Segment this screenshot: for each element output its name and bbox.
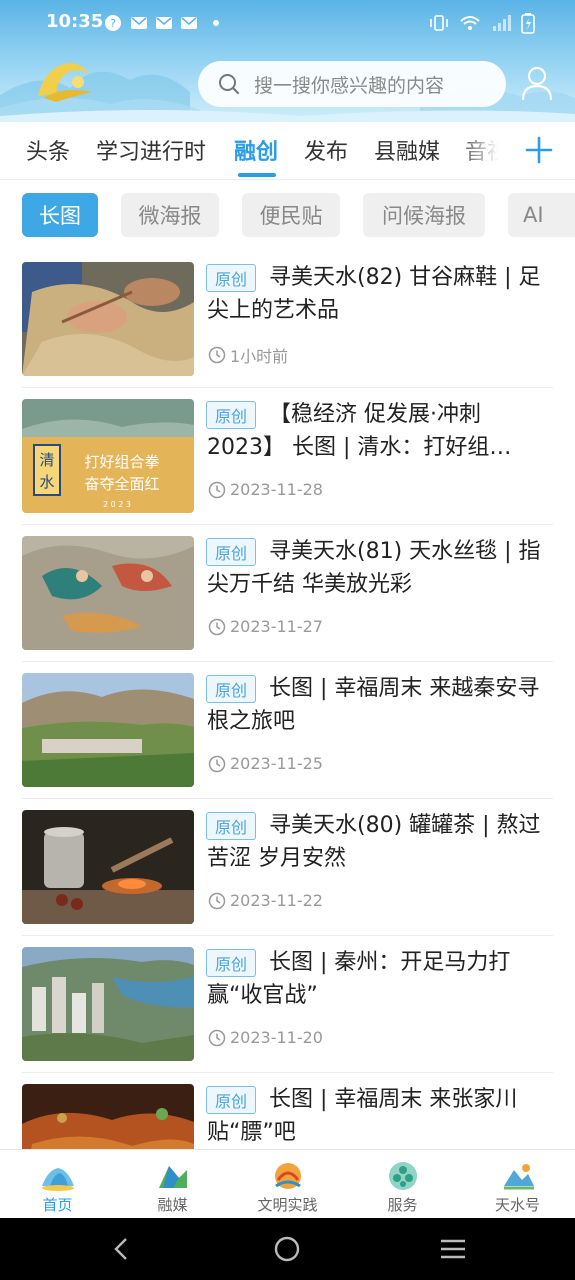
article-thumbnail (22, 947, 194, 1061)
article-item[interactable]: 原创 寻美天水(82) 甘谷麻鞋 | 足尖上的艺术品 1小时前 (22, 251, 553, 388)
thumbnail-text: 水 (39, 473, 54, 491)
article-date-text: 2023-11-25 (230, 754, 323, 773)
article-title: 【稳经济 促发展·冲刺2023】 长图 | 清水：打好组… (207, 402, 512, 460)
article-thumbnail (22, 1084, 194, 1149)
tab-fade-overlay (455, 122, 517, 179)
article-title: 长图 | 幸福周末 来越秦安寻根之旅吧 (207, 676, 540, 734)
home-circle-icon[interactable] (273, 1235, 301, 1263)
back-icon[interactable] (110, 1236, 134, 1262)
channel-tabs: 头条 学习进行时 融创 发布 县融媒 音视 (0, 122, 575, 180)
clock-icon (208, 1029, 226, 1046)
add-channel-icon[interactable] (520, 130, 558, 170)
article-date-text: 1小时前 (230, 347, 289, 366)
thumbnail-text: 清 (39, 451, 54, 469)
home-icon (42, 1168, 74, 1191)
tab-county-media[interactable]: 县融媒 (374, 134, 440, 166)
article-item[interactable]: 原创 寻美天水(81) 天水丝毯 | 指尖万千结 华美放光彩 2023-11-2… (22, 525, 553, 662)
article-time: 2023-11-28 (208, 480, 323, 499)
article-title: 寻美天水(80) 罐罐茶 | 熬过苦涩 岁月安然 (207, 813, 541, 871)
article-item[interactable]: 原创 长图 | 幸福周末 来张家川贴“膘”吧 (22, 1073, 553, 1149)
nav-label: 融媒 (157, 1196, 188, 1214)
status-right-icons (429, 12, 535, 34)
nav-civilization-practice[interactable]: 文明实践 (230, 1150, 345, 1219)
clock-icon (208, 481, 226, 498)
article-title: 长图 | 幸福周末 来张家川贴“膘”吧 (207, 1087, 518, 1145)
mail-notification-icon (181, 17, 197, 29)
article-time: 2023-11-25 (208, 754, 323, 773)
article-item[interactable]: 清 水 打好组合拳 奋夺全面红 2 0 2 3 原创 【稳经济 促发展·冲刺20… (22, 388, 553, 525)
tab-learning[interactable]: 学习进行时 (96, 134, 206, 166)
vibrate-icon (430, 15, 448, 31)
subtab-convenience-post[interactable]: 便民贴 (242, 193, 340, 237)
subtab-ai[interactable]: AI (508, 193, 575, 237)
help-notification-icon: ? (105, 15, 121, 31)
article-thumbnail (22, 262, 194, 376)
nav-label: 天水号 (494, 1196, 540, 1214)
tab-toutiao[interactable]: 头条 (26, 134, 70, 166)
nav-label: 文明实践 (257, 1196, 318, 1214)
status-time: 10:35 (46, 11, 104, 32)
article-item[interactable]: 原创 长图 | 秦州：开足马力打赢“收官战” 2023-11-20 (22, 936, 553, 1073)
active-tab-indicator (238, 173, 276, 177)
services-icon (389, 1162, 417, 1190)
nav-label: 服务 (387, 1196, 418, 1214)
article-date-text: 2023-11-22 (230, 891, 323, 910)
article-date-text: 2023-11-28 (230, 480, 323, 499)
article-time: 1小时前 (208, 343, 288, 367)
article-item[interactable]: 原创 长图 | 幸福周末 来越秦安寻根之旅吧 2023-11-25 (22, 662, 553, 799)
dot-indicator-icon (213, 20, 219, 26)
clock-icon (208, 755, 226, 772)
media-icon (159, 1166, 187, 1188)
article-thumbnail: 清 水 打好组合拳 奋夺全面红 2 0 2 3 (22, 399, 194, 513)
wifi-icon (460, 16, 480, 30)
tab-release[interactable]: 发布 (304, 134, 348, 166)
clock-icon (208, 892, 226, 909)
tab-rongchuang[interactable]: 融创 (234, 134, 278, 166)
battery-icon (521, 13, 535, 34)
nav-media[interactable]: 融媒 (115, 1150, 230, 1219)
search-icon (219, 74, 240, 95)
article-title: 寻美天水(82) 甘谷麻鞋 | 足尖上的艺术品 (207, 265, 541, 323)
recent-apps-icon[interactable] (439, 1237, 467, 1261)
article-date-text: 2023-11-20 (230, 1028, 323, 1047)
tianshui-account-icon (504, 1164, 534, 1190)
search-placeholder: 搜一搜你感兴趣的内容 (254, 74, 445, 97)
subtab-greeting-poster[interactable]: 问候海报 (363, 193, 485, 237)
thumbnail-year: 2 0 2 3 (103, 500, 131, 509)
article-title: 长图 | 秦州：开足马力打赢“收官战” (207, 950, 511, 1008)
nav-label: 首页 (42, 1196, 73, 1214)
app-logo-icon[interactable] (34, 56, 98, 106)
search-bar[interactable]: 搜一搜你感兴趣的内容 (198, 61, 506, 107)
article-thumbnail (22, 536, 194, 650)
clock-icon (208, 618, 226, 635)
sub-category-tabs: 长图 微海报 便民贴 问候海报 AI (0, 181, 575, 251)
nav-home[interactable]: 首页 (0, 1150, 115, 1219)
mail-notification-icon (131, 17, 147, 29)
article-date-text: 2023-11-27 (230, 617, 323, 636)
civilization-icon (275, 1163, 301, 1189)
app-header: 10:35 ? 搜一搜你感兴趣的内容 (0, 0, 575, 122)
signal-icon (493, 15, 511, 31)
bottom-navigation: 首页 融媒 文明实践 服务 天水号 (0, 1149, 575, 1218)
clock-icon (208, 346, 226, 364)
article-time: 2023-11-27 (208, 617, 323, 636)
svg-text:?: ? (110, 17, 116, 30)
article-title: 寻美天水(81) 天水丝毯 | 指尖万千结 华美放光彩 (207, 539, 541, 597)
user-profile-icon[interactable] (520, 64, 554, 102)
thumbnail-caption: 打好组合拳 (84, 453, 159, 471)
article-time: 2023-11-22 (208, 891, 323, 910)
nav-services[interactable]: 服务 (345, 1150, 460, 1219)
subtab-micro-poster[interactable]: 微海报 (121, 193, 219, 237)
article-time: 2023-11-20 (208, 1028, 323, 1047)
mail-notification-icon (156, 17, 172, 29)
status-bar: 10:35 ? (0, 0, 575, 48)
article-feed: 原创 寻美天水(82) 甘谷麻鞋 | 足尖上的艺术品 1小时前 清 水 打好组合… (0, 251, 575, 1149)
nav-tianshui-account[interactable]: 天水号 (460, 1150, 575, 1219)
system-navigation-bar (0, 1218, 575, 1280)
article-item[interactable]: 原创 寻美天水(80) 罐罐茶 | 熬过苦涩 岁月安然 2023-11-22 (22, 799, 553, 936)
subtab-long-image[interactable]: 长图 (22, 193, 98, 237)
article-thumbnail (22, 810, 194, 924)
thumbnail-caption: 奋夺全面红 (84, 475, 159, 493)
article-thumbnail (22, 673, 194, 787)
